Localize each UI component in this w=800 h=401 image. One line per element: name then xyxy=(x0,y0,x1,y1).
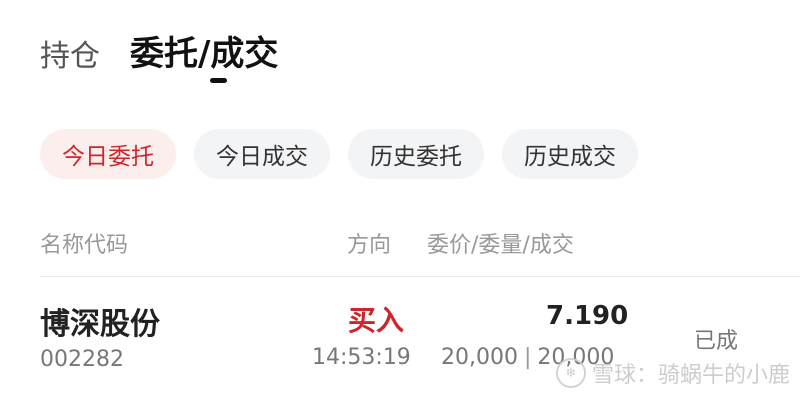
order-status: 已成 xyxy=(694,329,739,354)
stock-code: 002282 xyxy=(40,347,124,372)
column-header-direction: 方向 xyxy=(347,233,392,258)
order-qty: 20,000 xyxy=(441,345,518,370)
stock-name: 博深股份 xyxy=(40,307,160,342)
watermark: ❄ 雪球：骑蜗牛的小鹿 xyxy=(555,357,790,389)
top-tab-bar: 持仓 委托/成交 xyxy=(40,26,278,75)
table-header: 名称代码 方向 委价/委量/成交 xyxy=(0,227,800,258)
snowball-logo-icon: ❄ xyxy=(555,358,586,388)
tab-orders-trades[interactable]: 委托/成交 xyxy=(130,26,278,75)
filter-today-trades[interactable]: 今日成交 xyxy=(194,129,330,179)
order-time: 14:53:19 xyxy=(312,345,411,370)
filter-history-orders[interactable]: 历史委托 xyxy=(348,129,484,179)
filter-history-trades[interactable]: 历史成交 xyxy=(502,129,638,179)
watermark-text: 雪球：骑蜗牛的小鹿 xyxy=(591,363,790,388)
column-header-name-code: 名称代码 xyxy=(40,233,129,258)
order-filter-chips: 今日委托 今日成交 历史委托 历史成交 xyxy=(40,129,638,179)
qty-separator: | xyxy=(523,345,532,370)
active-tab-indicator xyxy=(210,78,227,83)
tab-holdings[interactable]: 持仓 xyxy=(40,31,100,75)
filter-today-orders[interactable]: 今日委托 xyxy=(40,129,176,179)
order-direction: 买入 xyxy=(348,304,405,337)
column-header-price-qty: 委价/委量/成交 xyxy=(427,233,574,258)
order-price: 7.190 xyxy=(546,301,629,331)
